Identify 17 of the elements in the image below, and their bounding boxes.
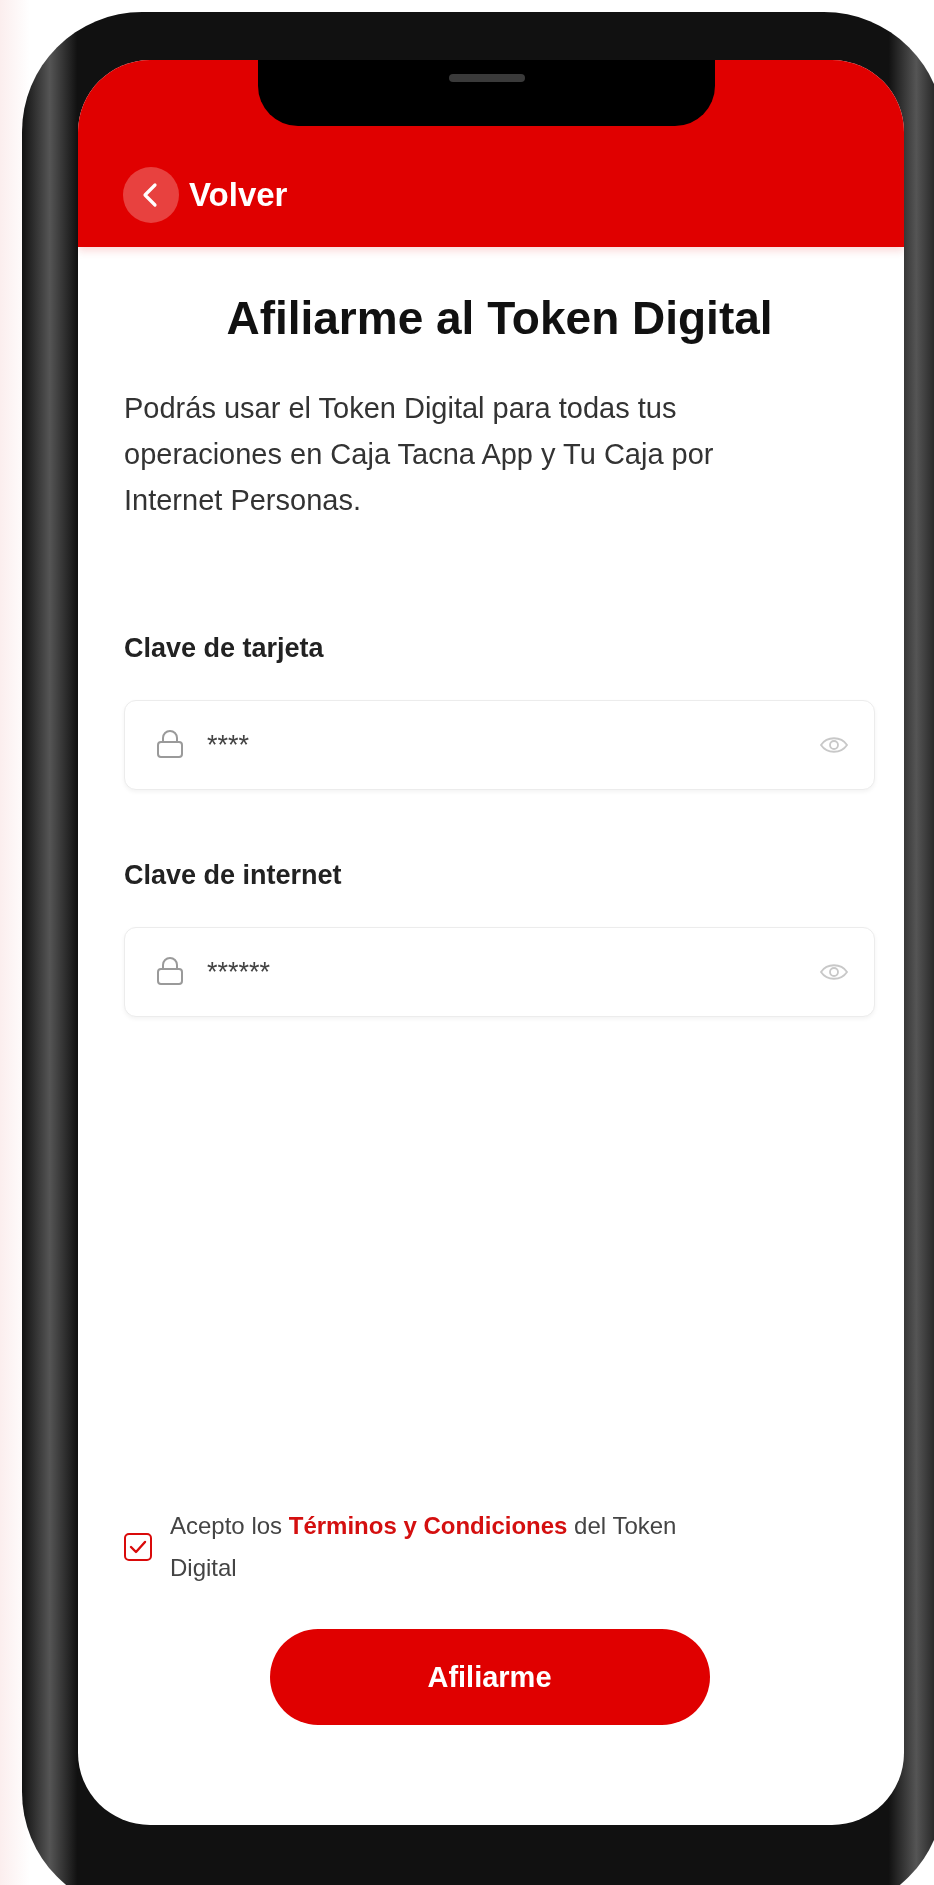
back-button[interactable]: Volver bbox=[123, 167, 288, 223]
field-label: Clave de internet bbox=[124, 860, 343, 891]
eye-icon[interactable] bbox=[819, 962, 849, 982]
eye-icon[interactable] bbox=[819, 735, 849, 755]
terms-text: Acepto los Términos y Condiciones del Token Digital bbox=[170, 1511, 678, 1583]
checkbox[interactable] bbox=[124, 1533, 152, 1561]
page-title: Afiliarme al Token Digital bbox=[225, 291, 774, 345]
lock-icon bbox=[156, 729, 184, 759]
check-icon bbox=[129, 1540, 147, 1554]
submit-button[interactable]: Afiliarme bbox=[269, 1629, 710, 1725]
terms-link[interactable]: Términos y Condiciones bbox=[288, 1512, 568, 1539]
password-field[interactable]: **** bbox=[124, 700, 875, 790]
field-label: Clave de tarjeta bbox=[124, 633, 325, 664]
chevron-left-icon bbox=[123, 167, 179, 223]
description-text: Podrás usar el Token Digital para todas tus operaciones en Caja Tacna App y Tu Caja por Internet Personas. bbox=[124, 391, 715, 518]
lock-icon bbox=[156, 956, 184, 986]
password-field[interactable]: ****** bbox=[124, 927, 875, 1017]
